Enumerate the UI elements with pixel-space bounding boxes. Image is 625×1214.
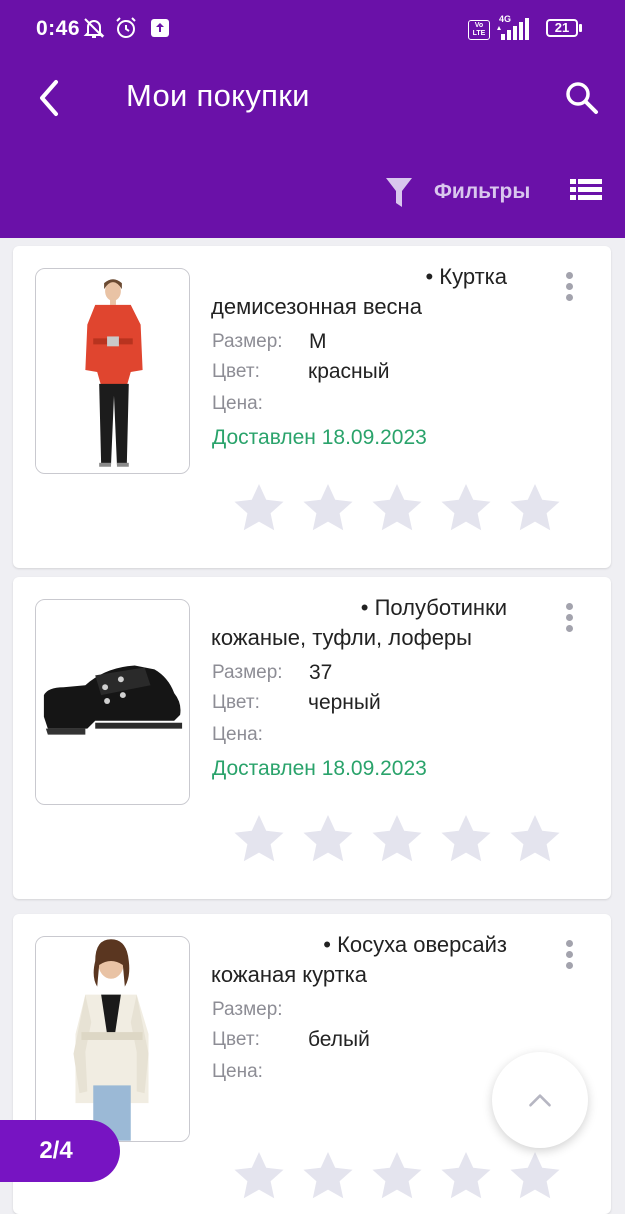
price-label: Цена: xyxy=(212,393,263,414)
star-icon[interactable] xyxy=(302,813,354,863)
product-title-line1: • Куртка xyxy=(425,264,507,289)
star-icon[interactable] xyxy=(302,1150,354,1200)
status-time: 0:46 xyxy=(36,17,81,40)
app-header: 0:46 Vo LTE 4G 21 Мои покупки Фильтры xyxy=(0,0,625,238)
delivery-status: Доставлен 18.09.2023 xyxy=(212,757,427,780)
size-value: M xyxy=(309,330,327,353)
star-icon[interactable] xyxy=(440,482,492,532)
product-title-line2: кожаные, туфли, лоферы xyxy=(211,625,472,650)
product-image-jacket[interactable] xyxy=(35,268,190,474)
scroll-to-top-button[interactable] xyxy=(492,1052,588,1148)
rating-stars xyxy=(233,1150,561,1200)
size-label: Размер: xyxy=(212,662,283,683)
product-title-line2: кожаная куртка xyxy=(211,962,368,987)
search-button[interactable] xyxy=(562,78,602,118)
rating-stars xyxy=(233,482,561,532)
price-label: Цена: xyxy=(212,724,263,745)
color-value: красный xyxy=(308,360,390,383)
filters-button[interactable]: Фильтры xyxy=(384,172,530,212)
star-icon[interactable] xyxy=(509,482,561,532)
chevron-up-icon xyxy=(529,1094,551,1107)
signal-icon xyxy=(495,16,539,42)
chevron-left-icon xyxy=(40,80,58,116)
color-label: Цвет: xyxy=(212,1029,260,1050)
star-icon[interactable] xyxy=(302,482,354,532)
more-options-button[interactable] xyxy=(559,603,579,637)
size-label: Размер: xyxy=(212,999,283,1020)
size-value: 37 xyxy=(309,661,333,684)
battery-icon: 21 xyxy=(546,19,584,39)
page-indicator: 2/4 xyxy=(0,1120,120,1182)
star-icon[interactable] xyxy=(509,813,561,863)
back-button[interactable] xyxy=(30,76,70,120)
delivery-status: Доставлен 18.09.2023 xyxy=(212,426,427,449)
rating-stars xyxy=(233,813,561,863)
product-image-shoes[interactable] xyxy=(35,599,190,805)
star-icon[interactable] xyxy=(509,1150,561,1200)
product-image-biker-jacket[interactable] xyxy=(35,936,190,1142)
star-icon[interactable] xyxy=(440,813,492,863)
volte-icon: Vo LTE xyxy=(468,20,490,40)
color-value: черный xyxy=(308,691,381,714)
price-label: Цена: xyxy=(212,1061,263,1082)
star-icon[interactable] xyxy=(371,482,423,532)
purchase-card[interactable]: • Полуботинки кожаные, туфли, лоферы Раз… xyxy=(13,577,611,899)
battery-level: 21 xyxy=(546,19,578,37)
star-icon[interactable] xyxy=(233,813,285,863)
list-view-button[interactable] xyxy=(570,178,602,206)
product-title-line2: демисезонная весна xyxy=(211,294,422,319)
list-view-icon xyxy=(570,179,602,200)
purchase-card[interactable]: • Куртка демисезонная весна Размер: M Цв… xyxy=(13,246,611,568)
size-label: Размер: xyxy=(212,331,283,352)
status-bar: 0:46 Vo LTE 4G 21 xyxy=(0,0,625,60)
more-options-button[interactable] xyxy=(559,940,579,974)
star-icon[interactable] xyxy=(233,1150,285,1200)
upload-icon xyxy=(148,16,172,40)
star-icon[interactable] xyxy=(371,813,423,863)
star-icon[interactable] xyxy=(371,1150,423,1200)
filters-label: Фильтры xyxy=(434,180,531,203)
color-label: Цвет: xyxy=(212,692,260,713)
product-title-line1: • Косуха оверсайз xyxy=(323,932,507,957)
star-icon[interactable] xyxy=(440,1150,492,1200)
product-title-line1: • Полуботинки xyxy=(360,595,507,620)
color-value: белый xyxy=(308,1028,370,1051)
search-icon xyxy=(566,82,598,114)
color-label: Цвет: xyxy=(212,361,260,382)
page-title: Мои покупки xyxy=(126,78,310,113)
filter-icon xyxy=(386,178,412,207)
more-options-button[interactable] xyxy=(559,272,579,306)
star-icon[interactable] xyxy=(233,482,285,532)
bell-muted-icon xyxy=(82,16,106,40)
alarm-icon xyxy=(114,16,138,40)
